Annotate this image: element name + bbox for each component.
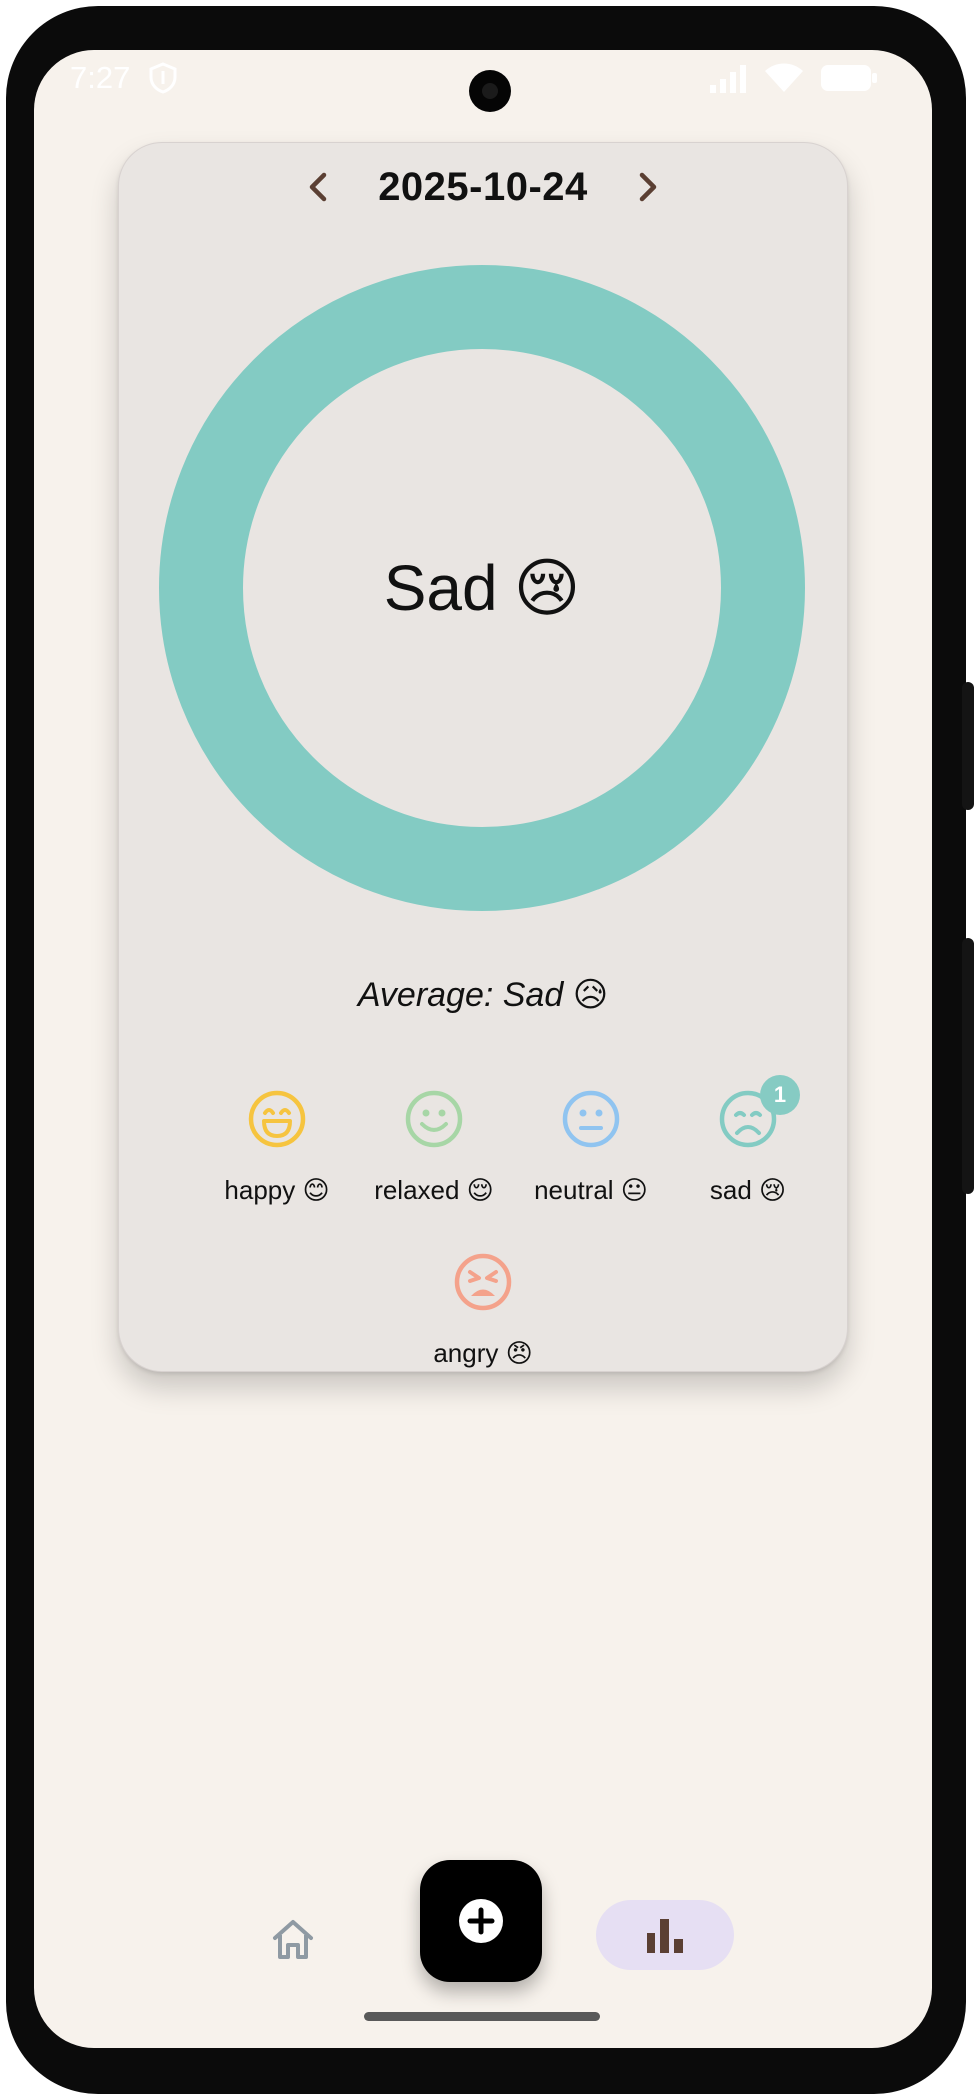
current-mood-label: Sad xyxy=(383,552,498,624)
bottom-navigation xyxy=(34,1830,932,1990)
mood-option-sad[interactable]: 1 sad 😢 xyxy=(663,1075,833,1229)
app-screen: 7:27 2025-10-24 Sad 😢 Average: Sad 😥 hap… xyxy=(34,50,932,2048)
date-navigator: 2025-10-24 xyxy=(119,157,847,217)
mood-summary-card: 2025-10-24 Sad 😢 Average: Sad 😥 happy 😊 … xyxy=(118,142,848,1372)
mood-label-sad: sad 😢 xyxy=(709,1175,787,1205)
wifi-icon xyxy=(765,63,803,92)
signal-icon xyxy=(710,65,746,93)
mood-label-neutral: neutral 😐 xyxy=(534,1175,648,1205)
add-mood-button[interactable] xyxy=(420,1860,542,1982)
current-mood: Sad 😢 xyxy=(159,265,805,911)
neutral-face-icon xyxy=(562,1090,620,1148)
mood-option-neutral[interactable]: neutral 😐 xyxy=(506,1089,676,1229)
power-button xyxy=(962,682,974,810)
mood-option-relaxed[interactable]: relaxed 😌 xyxy=(349,1089,519,1229)
stats-tab[interactable] xyxy=(596,1900,734,1970)
home-icon xyxy=(273,1920,313,1959)
volume-button xyxy=(962,938,974,1194)
home-tab[interactable] xyxy=(268,1914,318,1964)
shield-icon xyxy=(149,62,177,94)
plus-circle-icon xyxy=(459,1899,503,1943)
smiling-face-icon xyxy=(405,1090,463,1148)
status-time: 7:27 xyxy=(70,60,131,95)
mood-option-angry[interactable]: angry 😠 xyxy=(398,1252,568,1392)
status-icons xyxy=(708,60,878,96)
gesture-navigation-bar[interactable] xyxy=(364,2012,600,2021)
mood-donut-chart: Sad 😢 xyxy=(159,265,805,911)
mood-option-happy[interactable]: happy 😊 xyxy=(192,1089,362,1229)
laughing-face-icon xyxy=(248,1090,306,1148)
mood-label-happy: happy 😊 xyxy=(224,1175,330,1205)
next-day-button[interactable] xyxy=(628,167,668,207)
bar-chart-icon xyxy=(647,1919,683,1953)
average-mood-text: Average: Sad 😥 xyxy=(357,976,609,1014)
mood-label-relaxed: relaxed 😌 xyxy=(374,1175,494,1205)
chevron-right-icon xyxy=(639,172,657,202)
chevron-left-icon xyxy=(309,172,327,202)
selected-date[interactable]: 2025-10-24 xyxy=(378,165,588,210)
previous-day-button[interactable] xyxy=(298,167,338,207)
current-mood-emoji: 😢 xyxy=(513,551,581,624)
front-camera xyxy=(469,70,511,112)
angry-face-icon xyxy=(454,1253,512,1311)
mood-count-badge: 1 xyxy=(760,1075,800,1115)
mood-label-angry: angry 😠 xyxy=(433,1338,533,1368)
battery-icon xyxy=(821,65,877,91)
